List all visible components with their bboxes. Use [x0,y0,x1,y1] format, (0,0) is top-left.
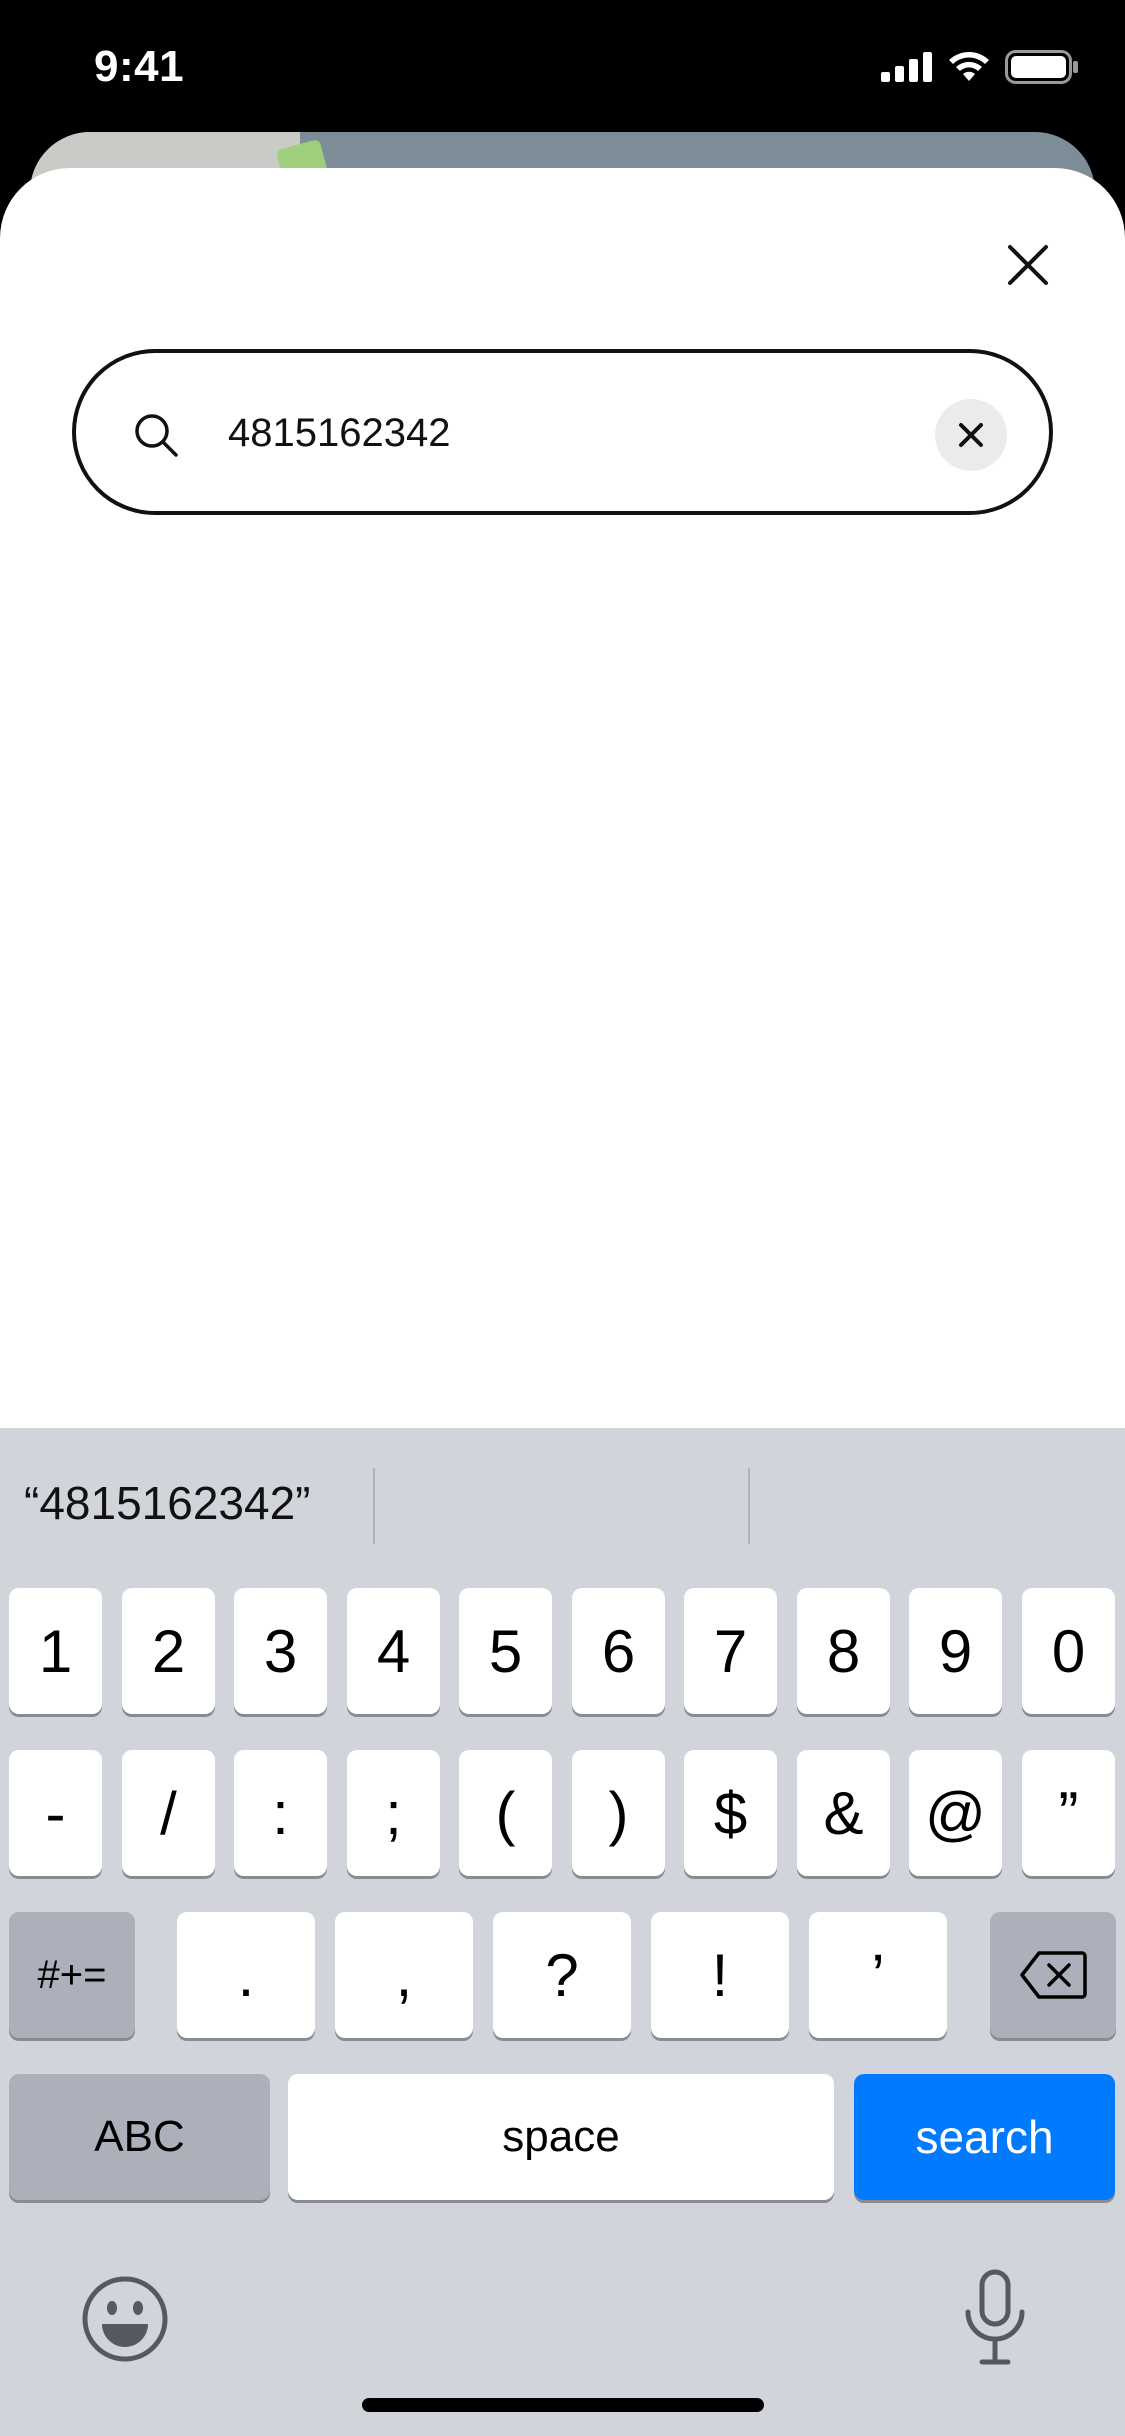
search-bar[interactable] [72,349,1053,515]
suggestion-bar: “4815162342” [0,1428,1125,1578]
suggestion-item[interactable]: “4815162342” [24,1428,364,1578]
suggestion-item[interactable] [752,1428,1112,1578]
delete-key[interactable] [990,1912,1116,2038]
key-open-paren[interactable]: ( [459,1750,552,1876]
close-icon [1008,245,1048,285]
key-semicolon[interactable]: ; [347,1750,440,1876]
wifi-icon [949,52,989,81]
status-bar: 9:41 [0,0,1125,135]
emoji-icon[interactable] [80,2274,170,2364]
close-button[interactable] [998,235,1058,295]
microphone-icon[interactable] [960,2268,1030,2368]
search-key[interactable]: search [854,2074,1115,2200]
key-hyphen[interactable]: - [9,1750,102,1876]
key-quote[interactable]: ” [1022,1750,1115,1876]
key-comma[interactable]: , [335,1912,473,2038]
key-colon[interactable]: : [234,1750,327,1876]
key-exclamation[interactable]: ! [651,1912,789,2038]
status-icons [881,50,1079,84]
key-3[interactable]: 3 [234,1588,327,1714]
backspace-icon [1020,1951,1087,1999]
key-apostrophe[interactable]: ’ [809,1912,947,2038]
suggestion-divider [373,1468,375,1544]
key-8[interactable]: 8 [797,1588,890,1714]
key-4[interactable]: 4 [347,1588,440,1714]
key-0[interactable]: 0 [1022,1588,1115,1714]
key-close-paren[interactable]: ) [572,1750,665,1876]
space-key[interactable]: space [288,2074,834,2200]
key-9[interactable]: 9 [909,1588,1002,1714]
key-2[interactable]: 2 [122,1588,215,1714]
key-period[interactable]: . [177,1912,315,2038]
key-slash[interactable]: / [122,1750,215,1876]
home-indicator [362,2398,764,2412]
search-icon [135,414,178,457]
key-7[interactable]: 7 [684,1588,777,1714]
suggestion-item[interactable] [380,1428,740,1578]
key-at[interactable]: @ [909,1750,1002,1876]
suggestion-divider [748,1468,750,1544]
key-question[interactable]: ? [493,1912,631,2038]
key-5[interactable]: 5 [459,1588,552,1714]
signal-icon [881,52,932,82]
battery-icon [1005,50,1078,84]
key-symbols-toggle[interactable]: #+= [9,1912,135,2038]
search-input[interactable] [228,393,988,473]
key-1[interactable]: 1 [9,1588,102,1714]
clear-search-button[interactable] [935,399,1007,471]
status-time: 9:41 [94,42,185,91]
key-ampersand[interactable]: & [797,1750,890,1876]
key-6[interactable]: 6 [572,1588,665,1714]
clear-icon [959,423,983,447]
abc-key[interactable]: ABC [9,2074,270,2200]
key-dollar[interactable]: $ [684,1750,777,1876]
keyboard: “4815162342” 1 2 3 4 5 6 7 8 9 0 - / : ;… [0,1428,1125,2436]
